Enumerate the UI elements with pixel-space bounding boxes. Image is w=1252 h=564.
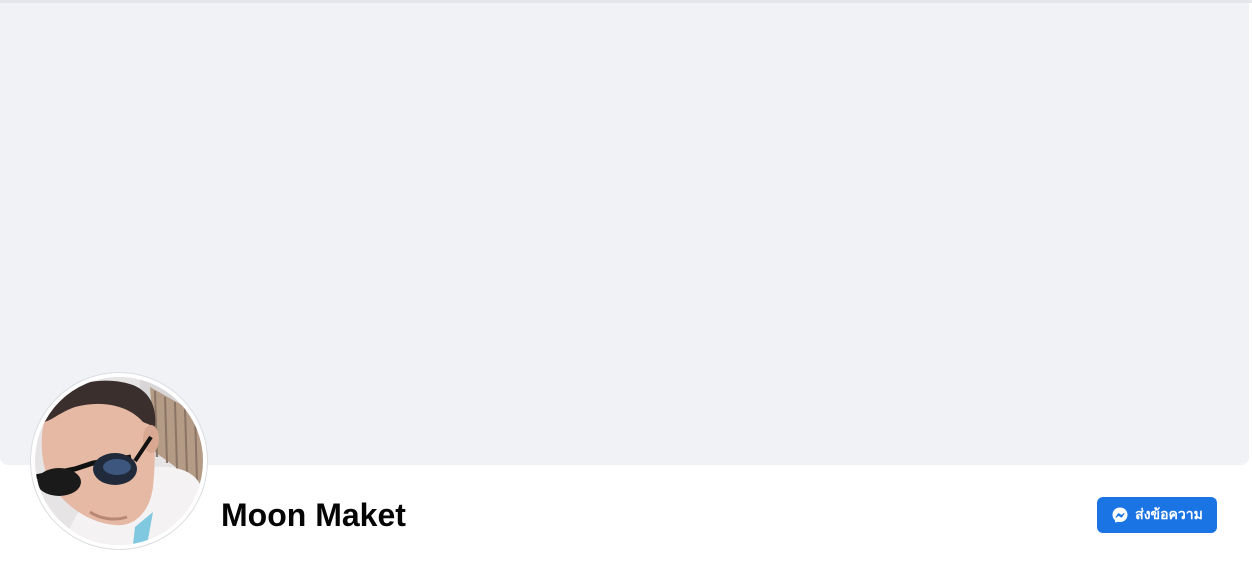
profile-picture[interactable] [35,377,203,545]
profile-name: Moon Maket [221,497,406,533]
send-message-button[interactable]: ส่งข้อความ [1097,497,1217,533]
profile-picture-frame[interactable] [31,373,207,549]
messenger-icon [1111,506,1129,524]
send-message-label: ส่งข้อความ [1135,506,1203,522]
profile-page: Moon Maket ส่งข้อความ [0,0,1252,564]
profile-photo-illustration [35,377,203,545]
cover-photo-area[interactable] [0,3,1249,465]
